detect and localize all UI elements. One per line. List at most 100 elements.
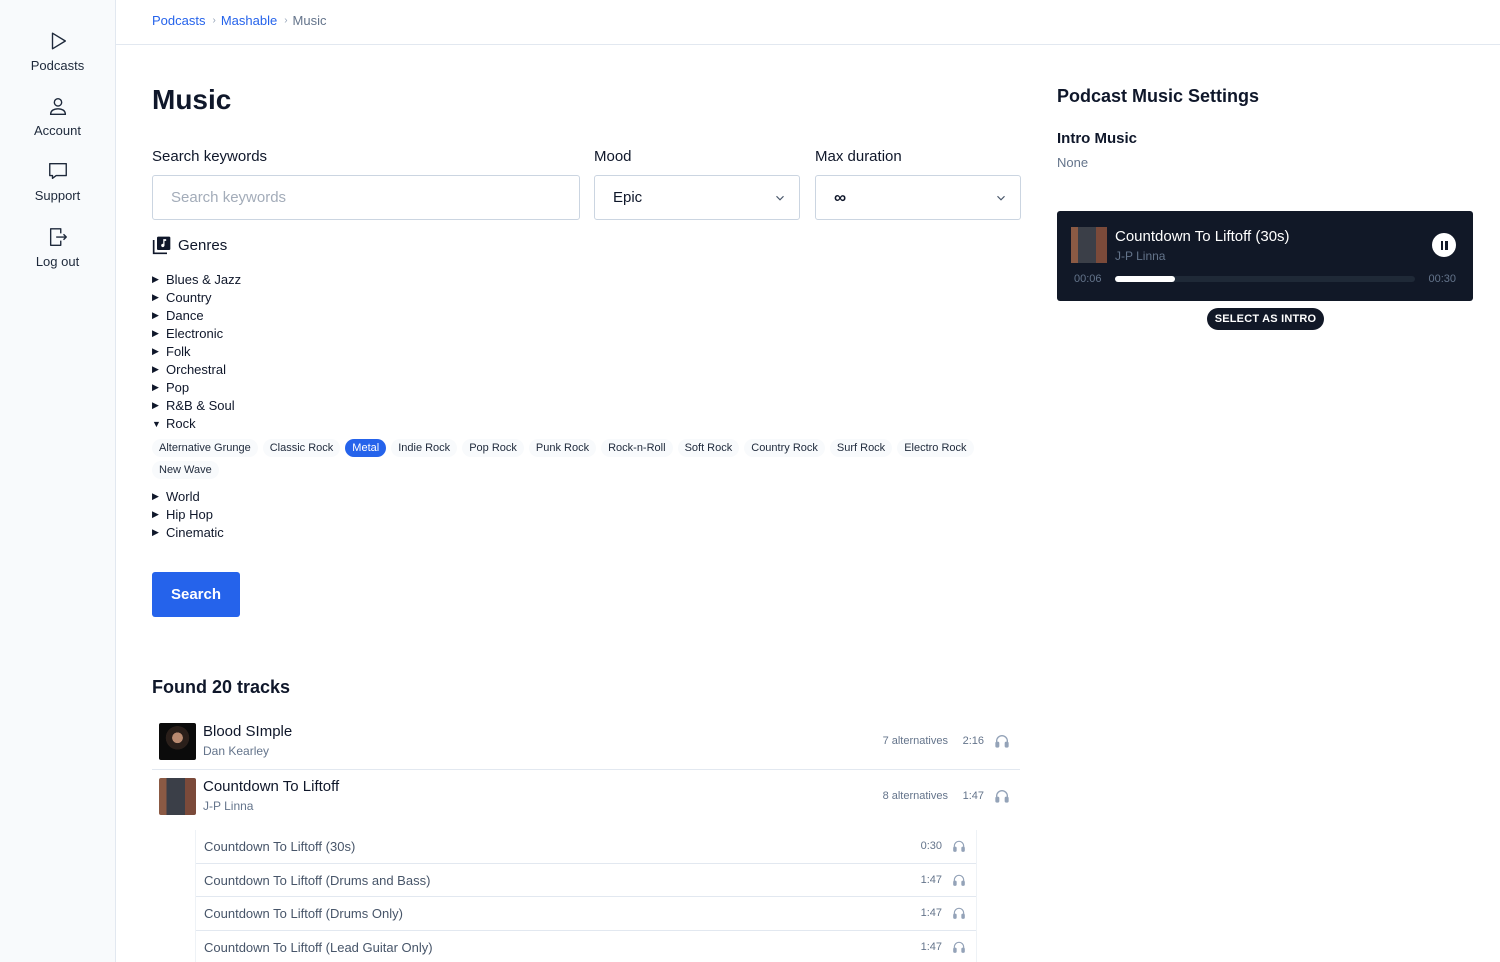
track-name[interactable]: Countdown To Liftoff bbox=[203, 778, 339, 795]
caret-right-icon: ▶ bbox=[152, 400, 159, 410]
track-row[interactable]: Countdown To Liftoff J-P Linna 8 alterna… bbox=[152, 770, 1020, 824]
genre-electronic[interactable]: ▶ Electronic bbox=[152, 326, 223, 341]
genre-cinematic[interactable]: ▶ Cinematic bbox=[152, 525, 224, 540]
subgenre-chip[interactable]: Electro Rock bbox=[897, 439, 974, 457]
play-icon bbox=[51, 32, 66, 50]
genre-folk[interactable]: ▶ Folk bbox=[152, 344, 191, 359]
alternative-row[interactable]: Countdown To Liftoff (Drums Only) 1:47 bbox=[196, 897, 976, 931]
genre-hip-hop[interactable]: ▶ Hip Hop bbox=[152, 507, 213, 522]
caret-right-icon: ▶ bbox=[152, 509, 159, 519]
music-library-icon bbox=[152, 236, 171, 255]
pause-button[interactable] bbox=[1432, 233, 1456, 257]
genre-label: Pop bbox=[166, 380, 190, 395]
headphones-icon[interactable] bbox=[994, 733, 1010, 749]
player-current-time: 00:06 bbox=[1074, 273, 1102, 285]
keywords-label: Search keywords bbox=[152, 148, 268, 165]
audio-player: Countdown To Liftoff (30s) J-P Linna 00:… bbox=[1057, 211, 1473, 301]
player-artist: J-P Linna bbox=[1115, 249, 1166, 263]
subgenre-chip[interactable]: Surf Rock bbox=[829, 439, 893, 457]
alternative-row[interactable]: Countdown To Liftoff (Lead Guitar Only) … bbox=[196, 931, 976, 962]
alternative-row[interactable]: Countdown To Liftoff (30s) 0:30 bbox=[196, 830, 976, 864]
track-artwork bbox=[159, 778, 196, 815]
page-title: Music bbox=[152, 84, 232, 115]
genre-orchestral[interactable]: ▶ Orchestral bbox=[152, 362, 226, 377]
genre-label: Electronic bbox=[166, 326, 224, 341]
subgenre-chip[interactable]: New Wave bbox=[152, 461, 219, 479]
genre-label: World bbox=[166, 489, 200, 504]
genre-label: Country bbox=[166, 290, 212, 305]
subgenre-chip[interactable]: Soft Rock bbox=[677, 439, 740, 457]
max-duration-select[interactable]: ∞ bbox=[815, 175, 1021, 220]
genre-rock[interactable]: ▼ Rock bbox=[152, 416, 196, 431]
genre-label: Rock bbox=[166, 416, 196, 431]
alternative-name[interactable]: Countdown To Liftoff (Lead Guitar Only) bbox=[204, 940, 433, 955]
rock-subgenres: Alternative Grunge Classic Rock Metal In… bbox=[152, 439, 1022, 479]
genre-rnb-soul[interactable]: ▶ R&B & Soul bbox=[152, 398, 235, 413]
headphones-icon[interactable] bbox=[952, 839, 966, 853]
track-row[interactable]: Blood SImple Dan Kearley 7 alternatives … bbox=[152, 715, 1020, 769]
genre-label: Orchestral bbox=[166, 362, 226, 377]
mood-label: Mood bbox=[594, 148, 632, 165]
caret-right-icon: ▶ bbox=[152, 292, 159, 302]
caret-down-icon: ▼ bbox=[152, 418, 161, 429]
headphones-icon[interactable] bbox=[952, 873, 966, 887]
user-icon bbox=[49, 97, 66, 115]
player-title: Countdown To Liftoff (30s) bbox=[1115, 228, 1290, 245]
genre-country[interactable]: ▶ Country bbox=[152, 290, 212, 305]
subgenre-chip[interactable]: Punk Rock bbox=[528, 439, 597, 457]
breadcrumb: Podcasts › Mashable › Music bbox=[152, 13, 327, 28]
subgenre-chip[interactable]: Indie Rock bbox=[391, 439, 458, 457]
keywords-field bbox=[152, 175, 580, 220]
subgenre-chip[interactable]: Alternative Grunge bbox=[152, 439, 258, 457]
genre-label: Hip Hop bbox=[166, 507, 213, 522]
caret-right-icon: ▶ bbox=[152, 491, 159, 501]
player-total-time: 00:30 bbox=[1428, 273, 1456, 285]
track-artist: J-P Linna bbox=[203, 799, 254, 813]
alternative-duration: 0:30 bbox=[920, 840, 942, 852]
genres-title: Genres bbox=[178, 236, 228, 254]
alternative-row[interactable]: Countdown To Liftoff (Drums and Bass) 1:… bbox=[196, 864, 976, 898]
headphones-icon[interactable] bbox=[994, 788, 1010, 804]
sidebar: Podcasts Account Support Log out bbox=[0, 0, 116, 962]
genre-pop[interactable]: ▶ Pop bbox=[152, 380, 189, 395]
headphones-icon[interactable] bbox=[952, 906, 966, 920]
track-name[interactable]: Blood SImple bbox=[203, 723, 292, 740]
subgenre-chip[interactable]: Pop Rock bbox=[462, 439, 524, 457]
chat-icon bbox=[48, 162, 67, 180]
alternative-name[interactable]: Countdown To Liftoff (30s) bbox=[204, 839, 355, 854]
subgenre-chip[interactable]: Classic Rock bbox=[262, 439, 341, 457]
caret-right-icon: ▶ bbox=[152, 346, 159, 356]
genre-world[interactable]: ▶ World bbox=[152, 489, 200, 504]
breadcrumb-podcasts[interactable]: Podcasts bbox=[152, 13, 205, 28]
select-as-intro-button[interactable]: SELECT AS INTRO bbox=[1207, 308, 1324, 330]
sidebar-item-logout[interactable]: Log out bbox=[0, 226, 115, 269]
sidebar-item-support[interactable]: Support bbox=[0, 160, 115, 203]
sidebar-item-account[interactable]: Account bbox=[0, 95, 115, 138]
subgenre-chip[interactable]: Rock-n-Roll bbox=[601, 439, 673, 457]
player-progress-bar[interactable] bbox=[1115, 276, 1415, 282]
caret-right-icon: ▶ bbox=[152, 382, 159, 392]
chevron-down-icon bbox=[997, 195, 1005, 201]
subgenre-chip[interactable]: Country Rock bbox=[744, 439, 825, 457]
breadcrumb-mashable[interactable]: Mashable bbox=[221, 13, 277, 28]
genre-label: Folk bbox=[166, 344, 191, 359]
pause-icon bbox=[1445, 240, 1448, 250]
track-alternatives[interactable]: 8 alternatives bbox=[883, 790, 948, 802]
subgenre-chip-selected[interactable]: Metal bbox=[345, 439, 387, 457]
genre-label: R&B & Soul bbox=[166, 398, 235, 413]
mood-select[interactable]: Epic bbox=[594, 175, 800, 220]
keywords-input[interactable] bbox=[153, 176, 579, 219]
alternative-name[interactable]: Countdown To Liftoff (Drums Only) bbox=[204, 906, 403, 921]
headphones-icon[interactable] bbox=[952, 940, 966, 954]
genre-blues-jazz[interactable]: ▶ Blues & Jazz bbox=[152, 272, 241, 287]
sidebar-item-label: Support bbox=[34, 188, 81, 203]
sidebar-item-podcasts[interactable]: Podcasts bbox=[0, 30, 115, 73]
alternatives-list: Countdown To Liftoff (30s) 0:30 Countdow… bbox=[195, 830, 977, 962]
alternative-name[interactable]: Countdown To Liftoff (Drums and Bass) bbox=[204, 873, 430, 888]
genre-label: Blues & Jazz bbox=[166, 272, 242, 287]
search-button[interactable]: Search bbox=[152, 572, 240, 617]
genre-dance[interactable]: ▶ Dance bbox=[152, 308, 204, 323]
track-alternatives[interactable]: 7 alternatives bbox=[883, 735, 948, 747]
max-duration-label: Max duration bbox=[815, 148, 902, 165]
caret-right-icon: ▶ bbox=[152, 527, 159, 537]
